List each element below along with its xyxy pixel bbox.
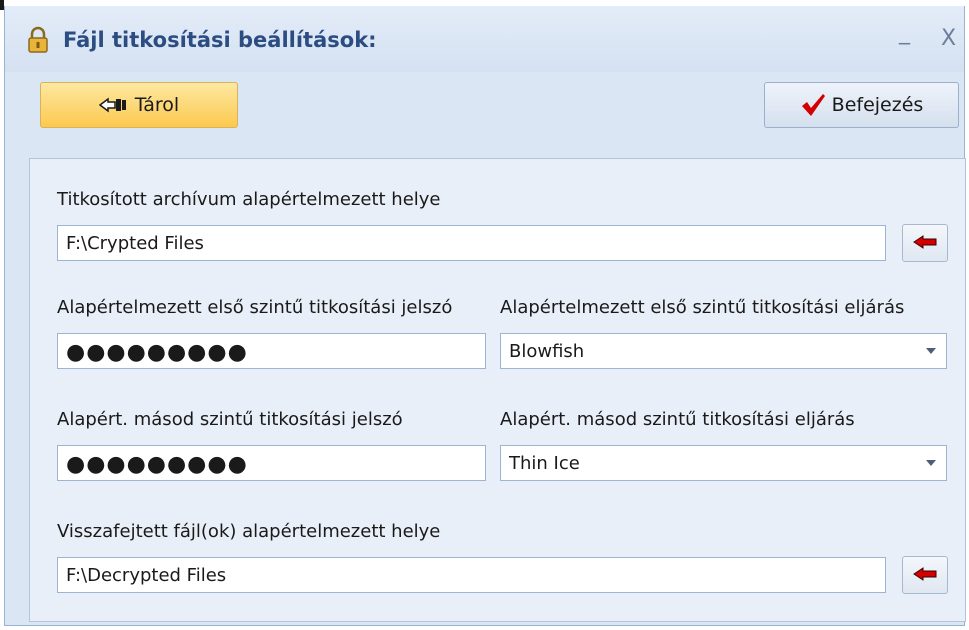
first-password-value: ●●●●●●●●● (66, 339, 248, 365)
decrypted-location-field[interactable]: F:\Decrypted Files (57, 557, 886, 593)
first-password-label: Alapértelmezett első szintű titkosítási … (57, 297, 453, 318)
finish-button-label: Befejezés (831, 94, 924, 116)
first-password-field[interactable]: ●●●●●●●●● (57, 333, 486, 369)
decrypted-browse-button[interactable] (902, 556, 948, 594)
settings-dialog: Fájl titkosítási beállítások: _ X Tárol … (4, 6, 966, 626)
pointing-hand-icon (98, 96, 129, 114)
dropdown-arrow-icon[interactable] (926, 348, 936, 354)
second-method-value: Thin Ice (509, 452, 580, 474)
finish-button[interactable]: Befejezés (764, 82, 959, 128)
first-method-label: Alapértelmezett első szintű titkosítási … (500, 297, 905, 318)
settings-panel: Titkosított archívum alapértelmezett hel… (29, 158, 966, 622)
red-arrow-left-icon (913, 566, 937, 585)
red-arrow-left-icon (913, 234, 937, 253)
dropdown-arrow-icon[interactable] (926, 460, 936, 466)
close-button[interactable]: X (941, 26, 956, 51)
second-method-label: Alapért. másod szintű titkosítási eljárá… (500, 409, 855, 430)
archive-location-field[interactable]: F:\Crypted Files (57, 225, 886, 261)
archive-browse-button[interactable] (902, 224, 948, 262)
first-method-select[interactable]: Blowfish (500, 333, 947, 369)
checkmark-icon (800, 93, 826, 117)
second-password-field[interactable]: ●●●●●●●●● (57, 445, 486, 481)
archive-location-label: Titkosított archívum alapértelmezett hel… (57, 189, 441, 210)
archive-location-value: F:\Crypted Files (66, 232, 204, 254)
padlock-icon (27, 26, 49, 54)
store-button-label: Tárol (134, 94, 180, 116)
minimize-button[interactable]: _ (899, 20, 910, 45)
second-password-value: ●●●●●●●●● (66, 451, 248, 477)
dialog-title: Fájl titkosítási beállítások: (63, 28, 377, 52)
store-button[interactable]: Tárol (40, 82, 238, 128)
title-bar[interactable]: Fájl titkosítási beállítások: _ X (5, 6, 964, 72)
second-method-select[interactable]: Thin Ice (500, 445, 947, 481)
first-method-value: Blowfish (509, 340, 585, 362)
decrypted-location-label: Visszafejtett fájl(ok) alapértelmezett h… (57, 521, 441, 542)
second-password-label: Alapért. másod szintű titkosítási jelszó (57, 409, 403, 430)
decrypted-location-value: F:\Decrypted Files (66, 564, 227, 586)
